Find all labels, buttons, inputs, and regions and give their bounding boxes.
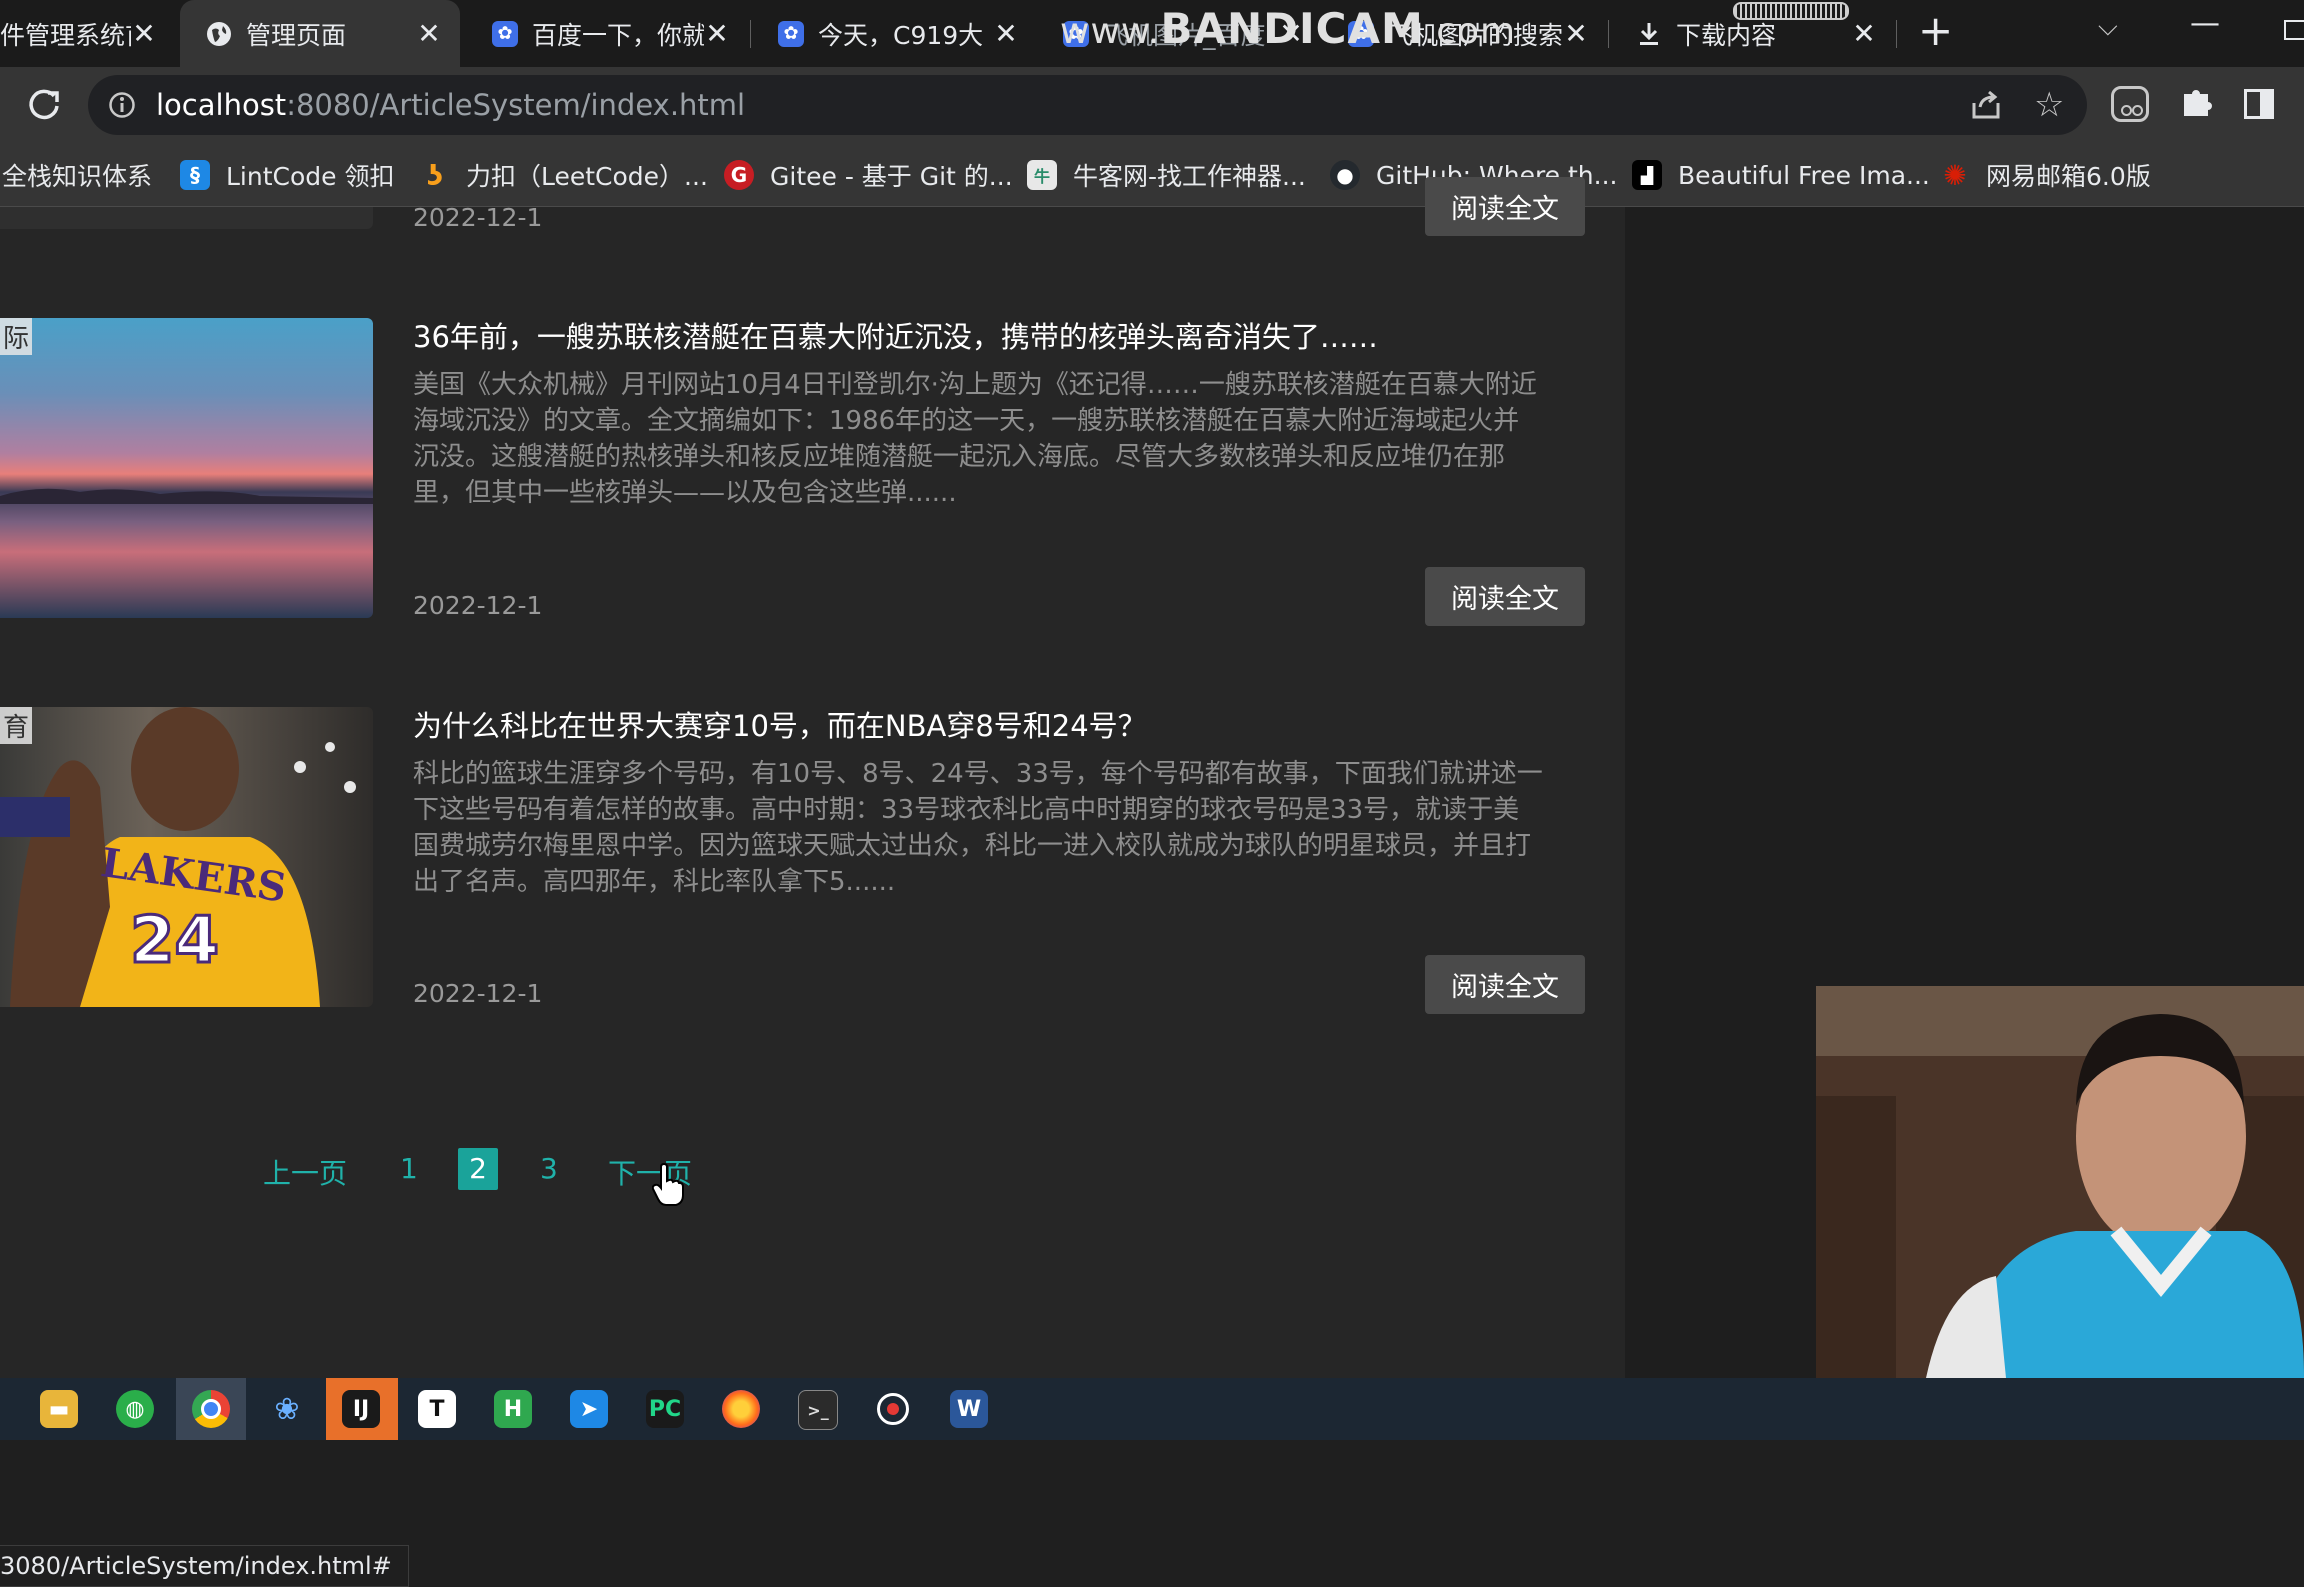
feishu-icon[interactable]: ➤ (570, 1390, 608, 1428)
unsplash-icon: ▟ (1632, 160, 1662, 190)
category-label: 育 (0, 707, 33, 744)
article-summary: 科比的篮球生涯穿多个号码，有10号、8号、24号、33号，每个号码都有故事，下面… (413, 759, 1543, 897)
gitee-icon: G (724, 160, 754, 190)
github-icon: ● (1330, 160, 1360, 190)
leetcode-icon: ʖ (426, 158, 444, 192)
bookmark-item[interactable]: ✺ 网易邮箱6.0版 (1940, 158, 2151, 192)
bookmark-label: 力扣（LeetCode）... (466, 162, 708, 191)
article-thumbnail[interactable] (0, 207, 373, 229)
read-more-button[interactable]: 阅读全文 (1425, 177, 1585, 236)
pycharm-icon[interactable]: PC (646, 1390, 684, 1428)
bookmark-star-icon[interactable]: ☆ (2034, 85, 2064, 125)
article-thumbnail[interactable]: 际 (0, 318, 373, 618)
nowcoder-icon: 牛 (1027, 160, 1057, 190)
maximize-icon[interactable] (2284, 20, 2304, 40)
terminal-icon[interactable]: >_ (798, 1390, 838, 1430)
close-icon[interactable]: ✕ (704, 17, 730, 50)
bookmark-item[interactable]: 牛 牛客网-找工作神器... (1027, 158, 1306, 192)
hand-cursor-icon (651, 1162, 684, 1211)
tab-admin-page[interactable]: 管理页面 ✕ (180, 0, 460, 67)
bookmark-item[interactable]: G Gitee - 基于 Git 的... (724, 158, 1013, 192)
info-icon[interactable] (108, 91, 136, 123)
side-panel-icon[interactable] (2244, 89, 2274, 119)
article-thumbnail[interactable]: LAKERS 24 育 (0, 707, 373, 1007)
bookmark-item[interactable]: 全栈知识体系 (2, 158, 152, 192)
intellij-idea-icon[interactable]: IJ (342, 1390, 380, 1428)
netease-mail-icon: ✺ (1943, 158, 1967, 192)
article-date: 2022-12-1 (413, 591, 543, 620)
article-date: 2022-12-1 (413, 203, 543, 232)
extension-icon[interactable] (2111, 86, 2149, 122)
download-icon (1636, 21, 1662, 47)
bookmark-label: Gitee - 基于 Git 的... (770, 162, 1013, 191)
baidu-paw-icon: ✿ (778, 20, 804, 47)
tab-strip: 件管理系统首 ✕ 管理页面 ✕ ✿ 百度一下，你就 ✕ ✿ 今天，C919大 ✕… (0, 0, 2304, 67)
page-link-current[interactable]: 2 (458, 1148, 498, 1190)
close-icon[interactable]: ✕ (416, 17, 442, 50)
article-title[interactable]: 为什么科比在世界大赛穿10号，而在NBA穿8号和24号？ (413, 703, 1147, 745)
bookmark-item[interactable]: ʖ 力扣（LeetCode）... (420, 158, 708, 192)
webcam-overlay (1816, 986, 2304, 1378)
wechat-icon[interactable]: ◍ (116, 1390, 154, 1428)
close-icon[interactable]: ✕ (993, 17, 1019, 50)
close-icon[interactable]: ✕ (131, 17, 157, 50)
lintcode-icon: § (180, 160, 210, 190)
tab-title: 百度一下，你就 (532, 20, 704, 50)
bookmarks-bar: 全栈知识体系 § LintCode 领扣 ʖ 力扣（LeetCode）... G… (0, 144, 2304, 207)
globe-icon (206, 21, 232, 47)
url-text: localhost:8080/ArticleSystem/index.html (156, 88, 746, 122)
tab-c919-news[interactable]: ✿ 今天，C919大 ✕ (752, 0, 1037, 67)
tab-baidu[interactable]: ✿ 百度一下，你就 ✕ (466, 0, 748, 67)
link-status-bar: 3080/ArticleSystem/index.html# (0, 1545, 409, 1587)
article-list: 2022-12-1 阅读全文 际 36年前，一艘苏联核潜艇在百慕大附近沉没，携带… (0, 177, 1625, 1378)
address-bar[interactable]: localhost:8080/ArticleSystem/index.html … (88, 75, 2087, 135)
tab-article-system[interactable]: 件管理系统首 ✕ (0, 0, 175, 67)
tab-title: 下载内容 (1676, 20, 1777, 50)
bookmark-label: LintCode 领扣 (226, 162, 395, 191)
bookmark-label: 网易邮箱6.0版 (1986, 162, 2151, 191)
baidu-paw-icon: ✿ (492, 20, 518, 47)
article-title[interactable]: 36年前，一艘苏联核潜艇在百慕大附近沉没，携带的核弹头离奇消失了…… (413, 314, 1378, 356)
file-explorer-icon[interactable]: ▬ (40, 1390, 78, 1428)
hbuilder-icon[interactable]: H (494, 1390, 532, 1428)
tab-title: 今天，C919大 (818, 20, 984, 50)
reload-icon[interactable] (24, 84, 64, 128)
page-link[interactable]: 3 (540, 1152, 558, 1185)
category-label: 际 (0, 318, 33, 355)
read-more-button[interactable]: 阅读全文 (1425, 955, 1585, 1014)
svg-text:24: 24 (130, 904, 219, 978)
chrome-icon[interactable] (192, 1390, 230, 1428)
word-icon[interactable]: W (950, 1390, 988, 1428)
bookmark-label: 全栈知识体系 (2, 162, 153, 191)
bookmark-item[interactable]: § LintCode 领扣 (180, 158, 394, 192)
close-icon[interactable]: ✕ (1563, 17, 1589, 50)
record-icon[interactable] (874, 1390, 912, 1428)
share-icon[interactable] (1970, 89, 2004, 125)
prev-page-link[interactable]: 上一页 (263, 1152, 347, 1192)
app-swirl-icon[interactable]: ❀ (268, 1390, 306, 1428)
bookmark-item[interactable]: ▟ Beautiful Free Ima... (1632, 158, 1930, 192)
extensions-puzzle-icon[interactable] (2178, 82, 2216, 129)
article-date: 2022-12-1 (413, 979, 543, 1008)
minimize-icon[interactable]: — (2190, 6, 2220, 41)
typora-icon[interactable]: T (418, 1390, 456, 1428)
article-summary: 美国《大众机械》月刊网站10月4日刊登凯尔·沟上题为《还记得……一艘苏联核潜艇在… (413, 370, 1537, 508)
page-link[interactable]: 1 (400, 1152, 418, 1185)
taskbar: ▬ ◍ ❀ IJ T H ➤ PC >_ W (0, 1378, 2304, 1440)
new-tab-button[interactable]: + (1918, 6, 1953, 55)
browser-toolbar: localhost:8080/ArticleSystem/index.html … (0, 67, 2304, 144)
bookmark-label: Beautiful Free Ima... (1678, 160, 1930, 190)
bandicam-recording-bar (1733, 2, 1849, 20)
bandicam-watermark: www.BANDICAM.com (1060, 4, 1517, 53)
read-more-button[interactable]: 阅读全文 (1425, 567, 1585, 626)
close-icon[interactable]: ✕ (1851, 17, 1877, 50)
tab-title: 件管理系统首 (0, 20, 131, 50)
bookmark-label: 牛客网-找工作神器... (1073, 162, 1306, 191)
firefox-icon[interactable] (722, 1390, 760, 1428)
chevron-down-icon[interactable]: ⌵ (2098, 12, 2118, 43)
tab-title: 管理页面 (246, 20, 347, 50)
